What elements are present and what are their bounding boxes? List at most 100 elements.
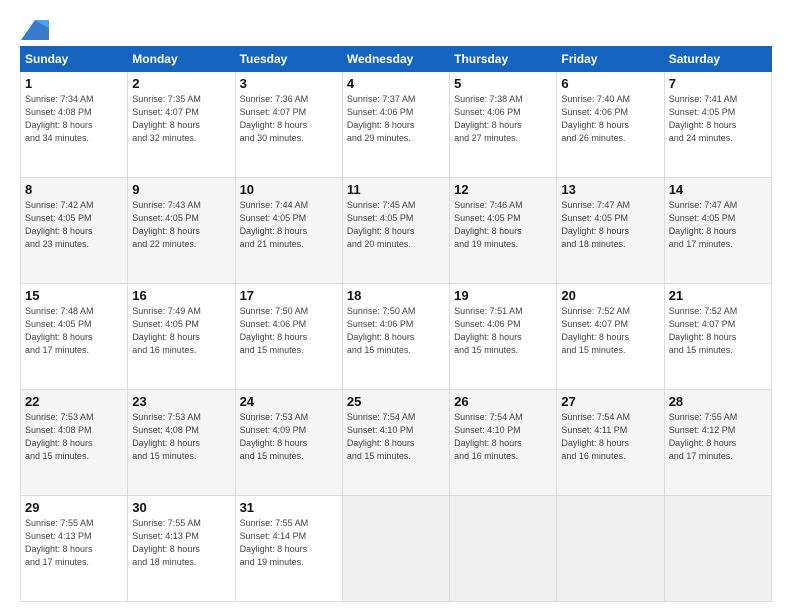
day-number: 1 xyxy=(25,76,123,91)
calendar-header-tuesday: Tuesday xyxy=(235,47,342,72)
calendar-cell: 11 Sunrise: 7:45 AM Sunset: 4:05 PM Dayli… xyxy=(342,178,449,284)
day-info: Sunrise: 7:37 AM Sunset: 4:06 PM Dayligh… xyxy=(347,93,445,145)
calendar-cell xyxy=(342,496,449,602)
calendar-cell: 7Sunrise: 7:41 AM Sunset: 4:05 PM Daylig… xyxy=(664,72,771,178)
day-info: Sunrise: 7:44 AM Sunset: 4:05 PM Dayligh… xyxy=(240,199,338,251)
calendar-cell: 17 Sunrise: 7:50 AM Sunset: 4:06 PM Dayli… xyxy=(235,284,342,390)
calendar-cell: 18 Sunrise: 7:50 AM Sunset: 4:06 PM Dayli… xyxy=(342,284,449,390)
day-number: 26 xyxy=(454,394,552,409)
day-number: 25 xyxy=(347,394,445,409)
calendar-cell: 14 Sunrise: 7:47 AM Sunset: 4:05 PM Dayli… xyxy=(664,178,771,284)
day-info: Sunrise: 7:43 AM Sunset: 4:05 PM Dayligh… xyxy=(132,199,230,251)
calendar-cell: 9 Sunrise: 7:43 AM Sunset: 4:05 PM Daylig… xyxy=(128,178,235,284)
calendar-cell: 30 Sunrise: 7:55 AM Sunset: 4:13 PM Dayli… xyxy=(128,496,235,602)
day-info: Sunrise: 7:54 AM Sunset: 4:11 PM Dayligh… xyxy=(561,411,659,463)
day-number: 12 xyxy=(454,182,552,197)
day-info: Sunrise: 7:54 AM Sunset: 4:10 PM Dayligh… xyxy=(454,411,552,463)
day-info: Sunrise: 7:53 AM Sunset: 4:09 PM Dayligh… xyxy=(240,411,338,463)
day-info: Sunrise: 7:36 AM Sunset: 4:07 PM Dayligh… xyxy=(240,93,338,145)
day-info: Sunrise: 7:50 AM Sunset: 4:06 PM Dayligh… xyxy=(347,305,445,357)
day-number: 23 xyxy=(132,394,230,409)
day-number: 16 xyxy=(132,288,230,303)
day-info: Sunrise: 7:38 AM Sunset: 4:06 PM Dayligh… xyxy=(454,93,552,145)
day-info: Sunrise: 7:50 AM Sunset: 4:06 PM Dayligh… xyxy=(240,305,338,357)
day-number: 24 xyxy=(240,394,338,409)
day-number: 27 xyxy=(561,394,659,409)
day-info: Sunrise: 7:52 AM Sunset: 4:07 PM Dayligh… xyxy=(669,305,767,357)
day-info: Sunrise: 7:47 AM Sunset: 4:05 PM Dayligh… xyxy=(669,199,767,251)
calendar-cell: 5 Sunrise: 7:38 AM Sunset: 4:06 PM Daylig… xyxy=(450,72,557,178)
calendar-header-saturday: Saturday xyxy=(664,47,771,72)
day-number: 19 xyxy=(454,288,552,303)
day-info: Sunrise: 7:34 AM Sunset: 4:08 PM Dayligh… xyxy=(25,93,123,145)
calendar-cell: 25 Sunrise: 7:54 AM Sunset: 4:10 PM Dayli… xyxy=(342,390,449,496)
calendar-cell: 28 Sunrise: 7:55 AM Sunset: 4:12 PM Dayli… xyxy=(664,390,771,496)
logo-icon xyxy=(21,20,49,40)
day-info: Sunrise: 7:54 AM Sunset: 4:10 PM Dayligh… xyxy=(347,411,445,463)
day-number: 10 xyxy=(240,182,338,197)
day-number: 31 xyxy=(240,500,338,515)
day-info: Sunrise: 7:51 AM Sunset: 4:06 PM Dayligh… xyxy=(454,305,552,357)
calendar-cell: 20 Sunrise: 7:52 AM Sunset: 4:07 PM Dayli… xyxy=(557,284,664,390)
calendar-cell: 1 Sunrise: 7:34 AM Sunset: 4:08 PM Daylig… xyxy=(21,72,128,178)
calendar-header-friday: Friday xyxy=(557,47,664,72)
calendar-header-thursday: Thursday xyxy=(450,47,557,72)
day-info: Sunrise: 7:47 AM Sunset: 4:05 PM Dayligh… xyxy=(561,199,659,251)
day-info: Sunrise: 7:52 AM Sunset: 4:07 PM Dayligh… xyxy=(561,305,659,357)
calendar-cell: 27 Sunrise: 7:54 AM Sunset: 4:11 PM Dayli… xyxy=(557,390,664,496)
day-number: 17 xyxy=(240,288,338,303)
day-info: Sunrise: 7:55 AM Sunset: 4:13 PM Dayligh… xyxy=(25,517,123,569)
day-number: 4 xyxy=(347,76,445,91)
day-number: 14 xyxy=(669,182,767,197)
calendar-cell: 8 Sunrise: 7:42 AM Sunset: 4:05 PM Daylig… xyxy=(21,178,128,284)
calendar-cell xyxy=(450,496,557,602)
calendar-cell: 23 Sunrise: 7:53 AM Sunset: 4:08 PM Dayli… xyxy=(128,390,235,496)
day-number: 28 xyxy=(669,394,767,409)
day-number: 29 xyxy=(25,500,123,515)
calendar-cell: 26 Sunrise: 7:54 AM Sunset: 4:10 PM Dayli… xyxy=(450,390,557,496)
day-number: 8 xyxy=(25,182,123,197)
calendar-cell: 19 Sunrise: 7:51 AM Sunset: 4:06 PM Dayli… xyxy=(450,284,557,390)
day-number: 6 xyxy=(561,76,659,91)
day-info: Sunrise: 7:46 AM Sunset: 4:05 PM Dayligh… xyxy=(454,199,552,251)
calendar-cell xyxy=(664,496,771,602)
day-info: Sunrise: 7:49 AM Sunset: 4:05 PM Dayligh… xyxy=(132,305,230,357)
day-number: 13 xyxy=(561,182,659,197)
calendar-cell: 2 Sunrise: 7:35 AM Sunset: 4:07 PM Daylig… xyxy=(128,72,235,178)
calendar-cell: 6 Sunrise: 7:40 AM Sunset: 4:06 PM Daylig… xyxy=(557,72,664,178)
calendar-table: SundayMondayTuesdayWednesdayThursdayFrid… xyxy=(20,46,772,602)
calendar-cell: 21Sunrise: 7:52 AM Sunset: 4:07 PM Dayli… xyxy=(664,284,771,390)
logo xyxy=(20,18,49,36)
calendar-cell: 4 Sunrise: 7:37 AM Sunset: 4:06 PM Daylig… xyxy=(342,72,449,178)
day-info: Sunrise: 7:55 AM Sunset: 4:12 PM Dayligh… xyxy=(669,411,767,463)
calendar-cell: 22 Sunrise: 7:53 AM Sunset: 4:08 PM Dayli… xyxy=(21,390,128,496)
calendar-cell: 24 Sunrise: 7:53 AM Sunset: 4:09 PM Dayli… xyxy=(235,390,342,496)
day-number: 11 xyxy=(347,182,445,197)
day-info: Sunrise: 7:53 AM Sunset: 4:08 PM Dayligh… xyxy=(132,411,230,463)
day-number: 9 xyxy=(132,182,230,197)
day-number: 7 xyxy=(669,76,767,91)
calendar-cell: 31 Sunrise: 7:55 AM Sunset: 4:14 PM Dayli… xyxy=(235,496,342,602)
header xyxy=(20,18,772,36)
day-info: Sunrise: 7:55 AM Sunset: 4:13 PM Dayligh… xyxy=(132,517,230,569)
day-info: Sunrise: 7:45 AM Sunset: 4:05 PM Dayligh… xyxy=(347,199,445,251)
day-number: 20 xyxy=(561,288,659,303)
day-number: 5 xyxy=(454,76,552,91)
day-number: 22 xyxy=(25,394,123,409)
day-info: Sunrise: 7:55 AM Sunset: 4:14 PM Dayligh… xyxy=(240,517,338,569)
day-number: 15 xyxy=(25,288,123,303)
calendar-cell: 3 Sunrise: 7:36 AM Sunset: 4:07 PM Daylig… xyxy=(235,72,342,178)
day-info: Sunrise: 7:40 AM Sunset: 4:06 PM Dayligh… xyxy=(561,93,659,145)
day-number: 30 xyxy=(132,500,230,515)
day-number: 2 xyxy=(132,76,230,91)
day-info: Sunrise: 7:35 AM Sunset: 4:07 PM Dayligh… xyxy=(132,93,230,145)
day-number: 3 xyxy=(240,76,338,91)
day-info: Sunrise: 7:53 AM Sunset: 4:08 PM Dayligh… xyxy=(25,411,123,463)
day-number: 18 xyxy=(347,288,445,303)
calendar-header-wednesday: Wednesday xyxy=(342,47,449,72)
calendar-cell: 15 Sunrise: 7:48 AM Sunset: 4:05 PM Dayli… xyxy=(21,284,128,390)
day-info: Sunrise: 7:48 AM Sunset: 4:05 PM Dayligh… xyxy=(25,305,123,357)
day-info: Sunrise: 7:42 AM Sunset: 4:05 PM Dayligh… xyxy=(25,199,123,251)
calendar-cell: 12 Sunrise: 7:46 AM Sunset: 4:05 PM Dayli… xyxy=(450,178,557,284)
calendar-cell: 29 Sunrise: 7:55 AM Sunset: 4:13 PM Dayli… xyxy=(21,496,128,602)
